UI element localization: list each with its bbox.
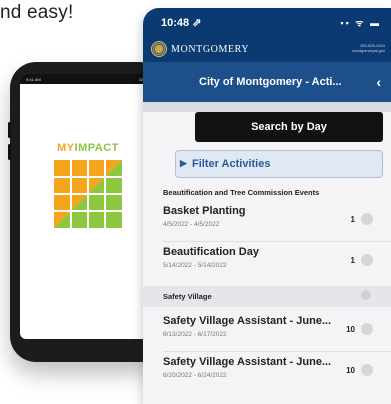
brand-website: montgomeryal.gov <box>352 48 385 53</box>
filter-icon: ▶ <box>180 158 187 168</box>
nav-spacer <box>143 102 391 112</box>
brand-bar: MONTGOMERY 334-625-2424 montgomeryal.gov <box>143 36 391 62</box>
back-chevron-icon[interactable]: ‹ <box>376 74 381 90</box>
logo-word-my: MY <box>57 142 75 154</box>
city-seal-icon <box>151 41 167 57</box>
item-dates: 5/14/2022 - 5/14/2022 <box>163 262 227 269</box>
item-title: Safety Village Assistant - June... <box>163 315 332 327</box>
item-title: Beautification Day <box>163 246 259 258</box>
chevron-right-icon <box>361 254 373 266</box>
right-status-time: 10:48 ⇗ <box>161 16 202 29</box>
phone-volume-button <box>8 144 11 160</box>
item-count: 10 <box>346 366 355 375</box>
logo-wordmark: MYIMPACT <box>48 142 128 154</box>
status-icons: ▪▪ ᯤ ▬ <box>340 17 381 28</box>
logo-grid-icon <box>54 160 122 228</box>
brand-contact: 334-625-2424 montgomeryal.gov <box>352 43 385 53</box>
my-impact-logo: MYIMPACT <box>48 142 128 237</box>
phone-volume-button <box>8 122 11 138</box>
right-status-bar: 10:48 ⇗ ▪▪ ᯤ ▬ <box>143 8 391 36</box>
section-header: Beautification and Tree Commission Event… <box>163 188 320 197</box>
item-dates: 4/5/2022 - 4/5/2022 <box>163 221 220 228</box>
logo-word-impact: IMPACT <box>74 142 119 154</box>
nav-title: City of Montgomery - Acti... <box>199 76 342 88</box>
item-count: 10 <box>346 325 355 334</box>
item-title: Safety Village Assistant - June... <box>163 356 332 368</box>
nav-bar: City of Montgomery - Acti... ‹ <box>143 62 391 102</box>
item-dates: 6/13/2022 - 6/17/2022 <box>163 331 227 338</box>
search-by-day-button[interactable]: Search by Day <box>195 112 383 142</box>
left-status-bar: 9:41 AM 100% <box>20 74 155 84</box>
list-item[interactable]: Beautification Day 5/14/2022 - 5/14/2022… <box>143 242 391 282</box>
headline-text: nd easy! <box>0 2 74 23</box>
chevron-right-icon <box>361 323 373 335</box>
right-phone-mockup: 10:48 ⇗ ▪▪ ᯤ ▬ MONTGOMERY 334-625-2424 m… <box>143 8 391 404</box>
left-phone-mockup: 9:41 AM 100% MYIMPACT <box>8 62 167 362</box>
section-title: Safety Village <box>163 292 212 301</box>
left-status-time: 9:41 AM <box>26 76 41 82</box>
list-item[interactable]: Safety Village Assistant - June... 6/13/… <box>143 311 391 351</box>
list-item[interactable]: Basket Planting 4/5/2022 - 4/5/2022 1 <box>143 201 391 241</box>
filter-activities-button[interactable]: ▶ Filter Activities <box>175 150 383 178</box>
section-header-safety-village[interactable]: Safety Village <box>143 286 391 307</box>
chevron-right-icon <box>361 364 373 376</box>
brand-name: MONTGOMERY <box>171 43 250 55</box>
item-dates: 6/20/2022 - 6/24/2022 <box>163 372 227 379</box>
left-phone-screen: 9:41 AM 100% MYIMPACT <box>20 74 155 339</box>
list-item[interactable]: Safety Village Assistant - June... 6/20/… <box>143 352 391 392</box>
filter-label: Filter Activities <box>192 158 271 170</box>
item-title: Basket Planting <box>163 205 246 217</box>
chevron-right-icon <box>361 213 373 225</box>
collapse-chevron-icon <box>361 290 371 300</box>
item-count: 1 <box>350 256 355 265</box>
item-count: 1 <box>350 215 355 224</box>
